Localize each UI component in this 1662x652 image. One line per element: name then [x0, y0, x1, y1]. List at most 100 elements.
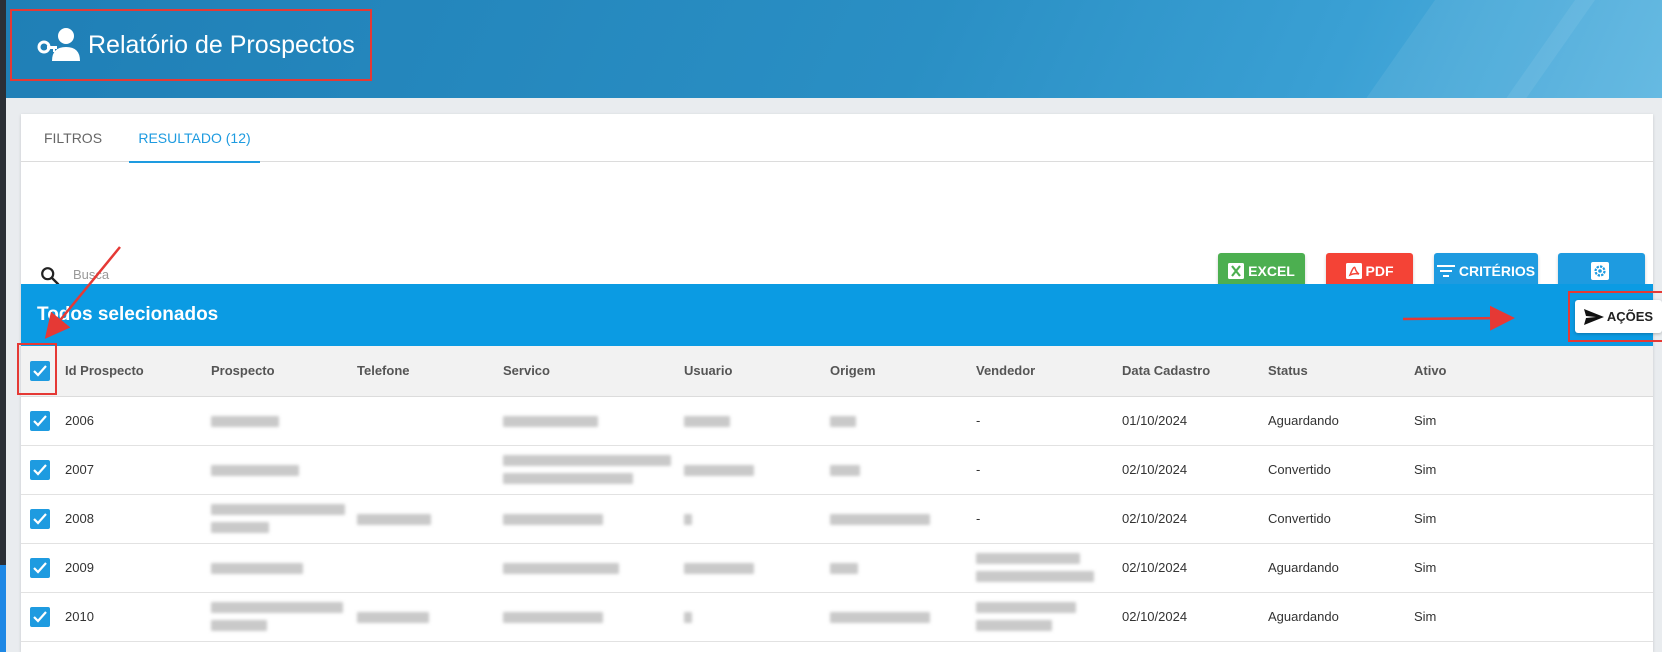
row-checkbox[interactable] — [30, 508, 50, 529]
send-icon — [1583, 308, 1604, 325]
cell-data: 02/10/2024 — [1122, 462, 1188, 477]
acoes-button-label: AÇÕES — [1606, 309, 1654, 324]
cell-vendedor-redacted — [976, 543, 1122, 592]
excel-button[interactable]: EXCEL — [1218, 253, 1305, 288]
cell-id: 2010 — [65, 609, 94, 624]
cell-origem-redacted — [830, 543, 976, 592]
cell-origem-redacted — [830, 592, 976, 641]
cell-telefone — [357, 396, 503, 445]
column-header[interactable]: Vendedor — [976, 346, 1122, 397]
cell-prospecto-redacted — [211, 543, 357, 592]
cell-prospecto-redacted — [211, 396, 357, 445]
cell-prospecto-redacted — [211, 592, 357, 641]
cell-usuario-redacted — [684, 445, 830, 494]
gear-icon — [1590, 261, 1609, 280]
table-header-row: Id Prospecto Prospecto Telefone Servico … — [17, 343, 1653, 397]
page-header: Relatório de Prospectos — [6, 0, 1662, 98]
column-header[interactable]: Id Prospecto — [65, 346, 211, 397]
cell-servico-redacted — [503, 494, 684, 543]
cell-ativo: Sim — [1414, 609, 1437, 624]
criterios-button-label: CRITÉRIOS — [1458, 262, 1536, 279]
cell-status: Aguardando — [1268, 609, 1339, 624]
page-title: Relatório de Prospectos — [88, 30, 355, 59]
cell-id: 2009 — [65, 560, 94, 575]
table-row[interactable]: 2010 02/10/2024 Aguardando Sim — [21, 592, 1653, 641]
cell-telefone-redacted — [357, 494, 503, 543]
cell-usuario-redacted — [684, 494, 830, 543]
left-edge-strip — [0, 0, 6, 652]
cell-servico-redacted — [503, 592, 684, 641]
row-checkbox[interactable] — [30, 459, 50, 480]
user-key-icon — [37, 28, 80, 61]
column-header[interactable]: Prospecto — [211, 346, 357, 397]
cell-status: Aguardando — [1268, 413, 1339, 428]
row-checkbox[interactable] — [30, 410, 50, 431]
cell-vendedor: - — [976, 462, 981, 477]
tab-resultado[interactable]: RESULTADO (12) — [129, 114, 260, 163]
filter-list-icon — [1436, 264, 1455, 277]
cell-usuario-redacted — [684, 543, 830, 592]
cell-vendedor: - — [976, 413, 981, 428]
cell-id: 2007 — [65, 462, 94, 477]
cell-ativo: Sim — [1414, 511, 1437, 526]
cell-vendedor: - — [976, 511, 981, 526]
cell-origem-redacted — [830, 494, 976, 543]
cell-id: 2008 — [65, 511, 94, 526]
cell-telefone — [357, 543, 503, 592]
table-row[interactable]: 2009 02/10/2024 Aguardando Sim — [21, 543, 1653, 592]
column-header[interactable]: Servico — [503, 346, 684, 397]
cell-data: 02/10/2024 — [1122, 511, 1188, 526]
toolbar: EXCEL PDF CRITÉRIOS — [21, 162, 1653, 290]
prospects-table: Id Prospecto Prospecto Telefone Servico … — [17, 343, 1653, 642]
cell-servico-redacted — [503, 445, 684, 494]
checkbox-annotation-box — [17, 343, 57, 395]
table-row[interactable]: 2006 - 01/10/2024 Aguardando Sim — [21, 396, 1653, 445]
cell-ativo: Sim — [1414, 462, 1437, 477]
table-row[interactable]: 2007 - 02/10/2024 Convertido Sim — [21, 445, 1653, 494]
row-checkbox[interactable] — [30, 606, 50, 627]
cell-telefone — [357, 445, 503, 494]
cell-data: 01/10/2024 — [1122, 413, 1188, 428]
selection-status: Todos selecionados — [37, 304, 219, 325]
cell-id: 2006 — [65, 413, 94, 428]
table-row[interactable]: 2008 - 02/10/2024 Convertido Sim — [21, 494, 1653, 543]
cell-servico-redacted — [503, 543, 684, 592]
cell-origem-redacted — [830, 396, 976, 445]
cell-servico-redacted — [503, 396, 684, 445]
cell-vendedor-redacted — [976, 592, 1122, 641]
criterios-button[interactable]: CRITÉRIOS — [1434, 253, 1538, 288]
header-select-cell — [17, 343, 65, 397]
row-checkbox[interactable] — [30, 557, 50, 578]
acoes-annotation-box: AÇÕES — [1568, 291, 1662, 342]
cell-ativo: Sim — [1414, 413, 1437, 428]
cell-prospecto-redacted — [211, 445, 357, 494]
cell-status: Aguardando — [1268, 560, 1339, 575]
column-header[interactable]: Status — [1268, 346, 1414, 397]
excel-button-label: EXCEL — [1248, 262, 1295, 279]
column-header[interactable]: Usuario — [684, 346, 830, 397]
pdf-button[interactable]: PDF — [1326, 253, 1413, 288]
column-header[interactable]: Telefone — [357, 346, 503, 397]
title-annotation-box: Relatório de Prospectos — [10, 9, 372, 81]
pdf-icon — [1345, 262, 1362, 279]
column-header[interactable]: Ativo — [1414, 346, 1653, 397]
cell-origem-redacted — [830, 445, 976, 494]
cell-usuario-redacted — [684, 592, 830, 641]
pdf-button-label: PDF — [1365, 262, 1394, 279]
acoes-button[interactable]: AÇÕES — [1575, 300, 1662, 333]
cell-data: 02/10/2024 — [1122, 609, 1188, 624]
report-card: FILTROS RESULTADO (12) EXCEL PDF — [17, 114, 1662, 652]
cell-data: 02/10/2024 — [1122, 560, 1188, 575]
tab-bar: FILTROS RESULTADO (12) — [21, 114, 1653, 163]
column-header[interactable]: Data Cadastro — [1122, 346, 1268, 397]
settings-button[interactable] — [1558, 253, 1645, 288]
cell-status: Convertido — [1268, 462, 1331, 477]
column-header[interactable]: Origem — [830, 346, 976, 397]
cell-ativo: Sim — [1414, 560, 1437, 575]
cell-prospecto-redacted — [211, 494, 357, 543]
cell-usuario-redacted — [684, 396, 830, 445]
excel-icon — [1228, 262, 1245, 279]
cell-status: Convertido — [1268, 511, 1331, 526]
selection-bar: Todos selecionados AÇÕES — [21, 284, 1662, 346]
tab-filtros[interactable]: FILTROS — [35, 114, 111, 162]
